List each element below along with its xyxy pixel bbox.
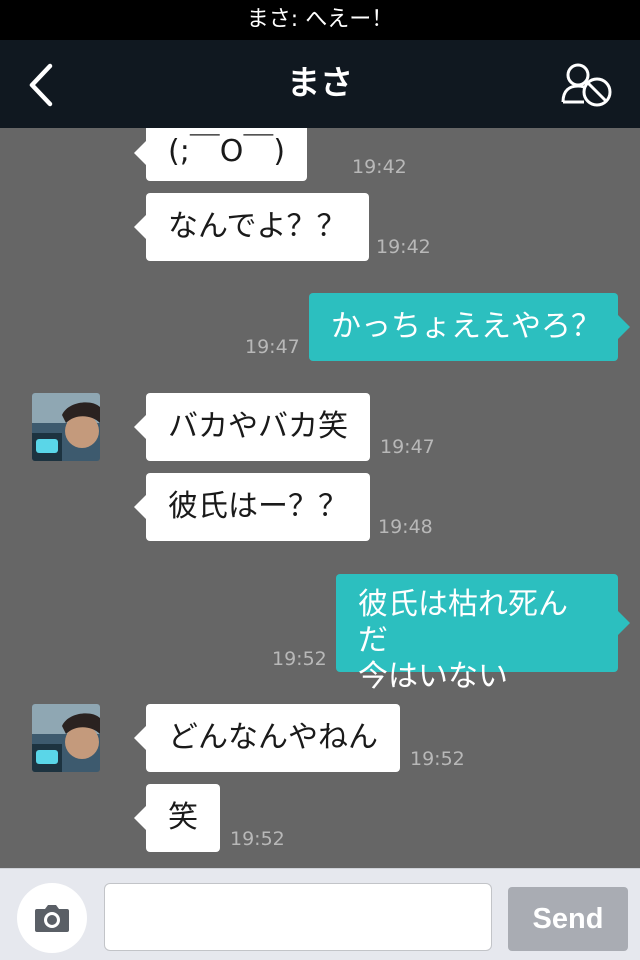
- block-user-button[interactable]: [560, 62, 616, 110]
- message-text: かっちょええやろ？: [331, 309, 601, 344]
- back-button[interactable]: [22, 62, 62, 108]
- avatar[interactable]: [32, 704, 100, 772]
- message-bubble-outgoing[interactable]: かっちょええやろ？: [309, 293, 630, 361]
- message-bubble-incoming[interactable]: どんなんやねん: [134, 704, 400, 772]
- camera-icon: [35, 905, 69, 932]
- message-text: どんなんやねん: [168, 720, 378, 755]
- message-time: 19:48: [378, 516, 433, 538]
- message-time: 19:47: [245, 336, 300, 358]
- message-time: 19:52: [410, 748, 465, 770]
- message-bubble-incoming[interactable]: 彼氏はー？？: [134, 473, 370, 541]
- chevron-left-icon: [29, 63, 53, 107]
- chat-title: まさ: [287, 63, 353, 102]
- message-text: 彼氏はー？？: [168, 489, 348, 524]
- message-text: なんでよ？？: [168, 209, 347, 244]
- send-button[interactable]: Send: [508, 887, 628, 951]
- message-bubble-incoming[interactable]: バカやバカ笑: [134, 393, 370, 461]
- message-text-line: 彼氏は枯れ死んだ: [358, 587, 568, 658]
- status-bar: まさ: へえー！: [0, 0, 640, 40]
- avatar-photo: [32, 393, 100, 461]
- message-bubble-incoming[interactable]: (;￣O￣): [133, 128, 308, 181]
- avatar[interactable]: [32, 393, 100, 461]
- message-input-bar: Send: [0, 868, 640, 960]
- message-time: 19:52: [272, 648, 327, 670]
- block-user-icon: [561, 63, 612, 107]
- message-time: 19:42: [376, 236, 431, 258]
- message-time: 19:52: [230, 828, 285, 850]
- message-time: 19:47: [380, 436, 435, 458]
- navigation-bar: まさ: [0, 40, 640, 128]
- message-text-line: 今はいない: [358, 659, 508, 694]
- message-bubble-incoming[interactable]: 笑: [134, 784, 220, 852]
- camera-button[interactable]: [17, 883, 87, 953]
- avatar-photo: [32, 704, 100, 772]
- message-bubble-incoming[interactable]: なんでよ？？: [134, 193, 369, 261]
- message-bubble-outgoing[interactable]: 彼氏は枯れ死んだ 今はいない: [336, 574, 630, 694]
- message-text: (;￣O￣): [168, 134, 286, 169]
- message-list[interactable]: (;￣O￣) 19:42 なんでよ？？ 19:42 かっちょええやろ？ 19:4…: [0, 128, 640, 868]
- notification-text: まさ: へえー！: [246, 7, 394, 32]
- message-text: バカやバカ笑: [168, 409, 348, 444]
- message-input[interactable]: [104, 883, 492, 951]
- message-time: 19:42: [352, 156, 407, 178]
- message-text: 笑: [168, 800, 198, 835]
